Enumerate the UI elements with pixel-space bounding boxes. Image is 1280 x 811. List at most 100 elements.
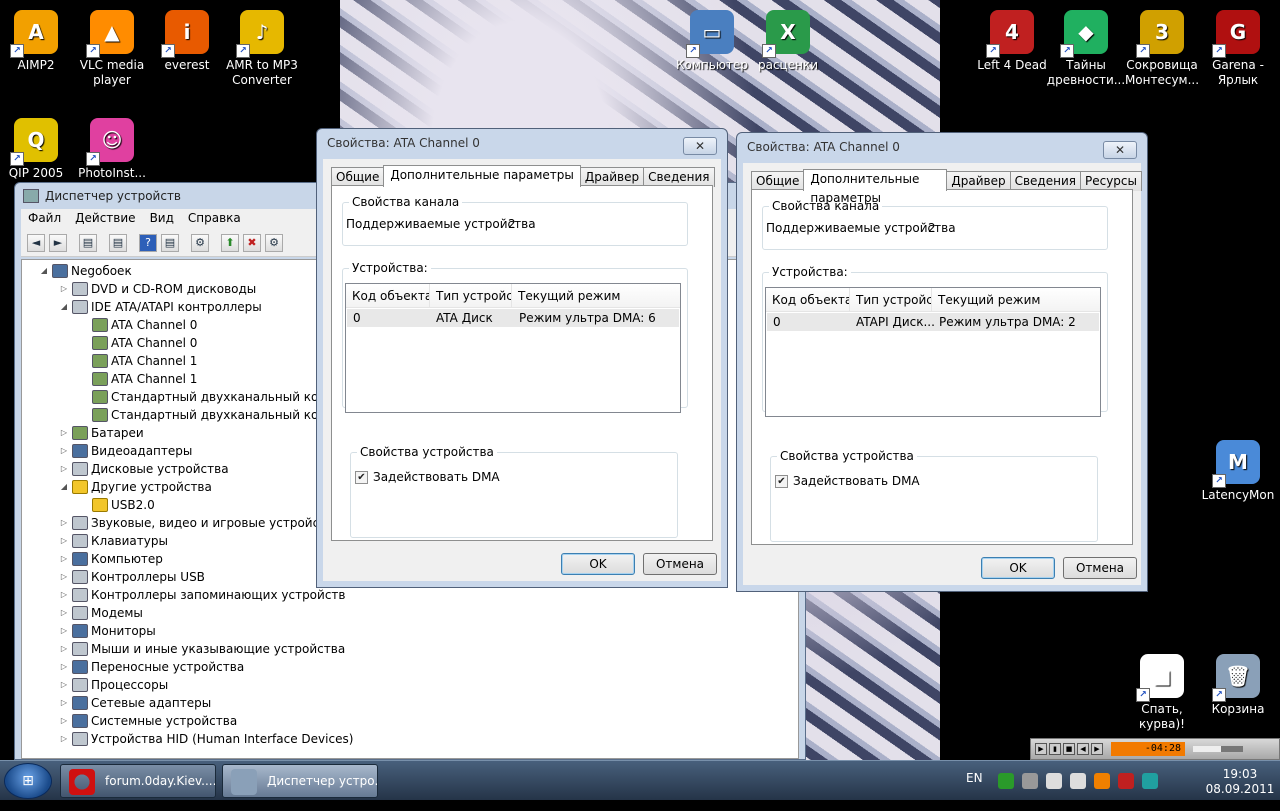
tree-item[interactable]: ▷ Контроллеры запоминающих устройств xyxy=(58,586,345,604)
tree-item[interactable]: Стандартный двухканальный контро xyxy=(78,406,348,424)
tab-driver[interactable]: Драйвер xyxy=(946,171,1011,191)
desktop-icon-left-1[interactable]: ☺ ↗ PhotoInst... xyxy=(72,118,152,181)
tab-resources[interactable]: Ресурсы xyxy=(1079,171,1142,191)
device-row[interactable]: 0 ATAPI Диск... Режим ультра DMA: 2 xyxy=(767,313,1099,331)
expand-icon[interactable]: ▷ xyxy=(58,604,70,622)
desktop-icon-recycle-bin[interactable]: 🗑 ↗ Корзина xyxy=(1198,654,1278,717)
tree-item[interactable]: ▷ DVD и CD-ROM дисководы xyxy=(58,280,256,298)
column-device-type[interactable]: Тип устройс... xyxy=(850,288,932,312)
menu-help[interactable]: Справка xyxy=(181,209,248,229)
desktop-icon-mid-1[interactable]: X ↗ расценки xyxy=(748,10,828,73)
volume-slider[interactable] xyxy=(1193,746,1243,752)
desktop-icon-2[interactable]: i ↗ everest xyxy=(147,10,227,73)
tab-advanced[interactable]: Дополнительные параметры xyxy=(803,169,948,205)
tray-app-icon[interactable] xyxy=(1022,773,1038,789)
collapse-icon[interactable]: ◢ xyxy=(58,478,70,496)
help-icon[interactable]: ? xyxy=(139,233,157,252)
tray-app-icon[interactable] xyxy=(1094,773,1110,789)
play-icon[interactable]: ▶ xyxy=(1035,743,1047,755)
column-current-mode[interactable]: Текущий режим xyxy=(932,288,1100,312)
tree-item[interactable]: ◢ Другие устройства xyxy=(58,478,212,496)
tray-app-icon[interactable] xyxy=(1118,773,1134,789)
tree-item[interactable]: ▷ Устройства HID (Human Interface Devices… xyxy=(58,730,353,748)
expand-icon[interactable]: ▷ xyxy=(58,514,70,532)
properties-icon[interactable]: ▤ xyxy=(109,233,127,252)
show-hide-tree-icon[interactable]: ▤ xyxy=(79,233,97,252)
devices-list[interactable]: Код объекта Тип устройс... Текущий режим… xyxy=(765,287,1101,417)
expand-icon[interactable]: ▷ xyxy=(58,442,70,460)
disable-icon[interactable]: ⚙ xyxy=(265,233,283,252)
desktop-icon-right-3[interactable]: G ↗ Garena - Ярлык xyxy=(1198,10,1278,88)
tree-item[interactable]: Стандартный двухканальный контро xyxy=(78,388,348,406)
collapse-icon[interactable]: ◢ xyxy=(38,262,50,280)
expand-icon[interactable]: ▷ xyxy=(58,658,70,676)
tree-item[interactable]: ▷ Модемы xyxy=(58,604,143,622)
collapse-icon[interactable]: ◢ xyxy=(58,298,70,316)
desktop-icon-right-0[interactable]: 4 ↗ Left 4 Dead xyxy=(972,10,1052,73)
tab-details[interactable]: Сведения xyxy=(1009,171,1081,191)
dialog1-cancel-button[interactable]: Отмена xyxy=(643,553,717,575)
column-device-type[interactable]: Тип устройс... xyxy=(430,284,512,308)
tree-item[interactable]: ATA Channel 1 xyxy=(78,370,197,388)
column-object-code[interactable]: Код объекта xyxy=(766,288,850,312)
desktop-icon-latencymon[interactable]: M ↗ LatencyMon xyxy=(1198,440,1278,503)
tree-item[interactable]: ▷ Процессоры xyxy=(58,676,168,694)
tray-app-icon[interactable] xyxy=(1070,773,1086,789)
tray-app-icon[interactable] xyxy=(998,773,1014,789)
tree-item[interactable]: ◢ Negoбоек xyxy=(38,262,132,280)
dialog1-ok-button[interactable]: OK xyxy=(561,553,635,575)
tree-item[interactable]: ▷ Сетевые адаптеры xyxy=(58,694,211,712)
language-indicator[interactable]: EN xyxy=(966,771,983,811)
clock[interactable]: 19:03 08.09.2011 xyxy=(1200,767,1280,807)
start-button[interactable]: ⊞ xyxy=(4,763,52,799)
pause-icon[interactable]: ▮ xyxy=(1049,743,1061,755)
tray-app-icon[interactable] xyxy=(1142,773,1158,789)
tree-item[interactable]: ▷ Видеоадаптеры xyxy=(58,442,192,460)
scan-hardware-icon[interactable]: ⚙ xyxy=(191,233,209,252)
taskbar-device-manager[interactable]: Диспетчер устро... xyxy=(222,764,378,798)
forward-icon[interactable]: ► xyxy=(49,233,67,252)
stop-icon[interactable]: ■ xyxy=(1063,743,1075,755)
desktop-icon-sleep[interactable]: ◢ ↗ Спать, курва)! xyxy=(1122,654,1202,732)
expand-icon[interactable]: ▷ xyxy=(58,280,70,298)
desktop-icon-mid-0[interactable]: ▭ ↗ Компьютер xyxy=(672,10,752,73)
expand-icon[interactable]: ▷ xyxy=(58,532,70,550)
update-driver-icon[interactable]: ⬆ xyxy=(221,233,239,252)
tree-item[interactable]: ▷ Клавиатуры xyxy=(58,532,168,550)
uninstall-icon[interactable]: ✖ xyxy=(243,233,261,252)
desktop-icon-1[interactable]: ▲ ↗ VLC media player xyxy=(72,10,152,88)
expand-icon[interactable]: ▷ xyxy=(58,424,70,442)
view-icon[interactable]: ▤ xyxy=(161,233,179,252)
dialog2-cancel-button[interactable]: Отмена xyxy=(1063,557,1137,579)
tab-general[interactable]: Общие xyxy=(331,167,385,187)
column-object-code[interactable]: Код объекта xyxy=(346,284,430,308)
expand-icon[interactable]: ▷ xyxy=(58,712,70,730)
tab-driver[interactable]: Драйвер xyxy=(579,167,645,187)
expand-icon[interactable]: ▷ xyxy=(58,640,70,658)
expand-icon[interactable]: ▷ xyxy=(58,568,70,586)
device-row[interactable]: 0 ATA Диск Режим ультра DMA: 6 xyxy=(347,309,679,327)
desktop-icon-0[interactable]: A ↗ AIMP2 xyxy=(0,10,76,73)
next-icon[interactable]: ▶ xyxy=(1091,743,1103,755)
desktop-icon-right-2[interactable]: 3 ↗ Сокровища Монтесум... xyxy=(1122,10,1202,88)
expand-icon[interactable]: ▷ xyxy=(58,460,70,478)
aimp-mini-player[interactable]: ▶ ▮ ■ ◀ ▶ -04:28 xyxy=(1030,738,1280,760)
tree-item[interactable]: ▷ Переносные устройства xyxy=(58,658,244,676)
tree-item[interactable]: ▷ Дисковые устройства xyxy=(58,460,229,478)
tray-app-icon[interactable] xyxy=(1046,773,1062,789)
dialog2-close-button[interactable]: ✕ xyxy=(1103,141,1137,159)
tab-general[interactable]: Общие xyxy=(751,171,805,191)
tree-item[interactable]: ▷ Мыши и иные указывающие устройства xyxy=(58,640,345,658)
dialog2-ok-button[interactable]: OK xyxy=(981,557,1055,579)
tree-item[interactable]: ATA Channel 1 xyxy=(78,352,197,370)
tab-advanced[interactable]: Дополнительные параметры xyxy=(383,165,581,187)
tree-item[interactable]: ATA Channel 0 xyxy=(78,316,197,334)
properties-dialog-2[interactable]: Свойства: ATA Channel 0 ✕ Общие Дополнит… xyxy=(736,132,1148,592)
column-current-mode[interactable]: Текущий режим xyxy=(512,284,680,308)
desktop-icon-left-0[interactable]: Q ↗ QIP 2005 xyxy=(0,118,76,181)
desktop-icon-right-1[interactable]: ◆ ↗ Тайны древности... xyxy=(1046,10,1126,88)
tab-details[interactable]: Сведения xyxy=(643,167,715,187)
tree-item[interactable]: USB2.0 xyxy=(78,496,155,514)
taskbar-opera[interactable]: forum.0day.Kiev.... xyxy=(60,764,216,798)
tree-item[interactable]: ◢ IDE ATA/ATAPI контроллеры xyxy=(58,298,262,316)
